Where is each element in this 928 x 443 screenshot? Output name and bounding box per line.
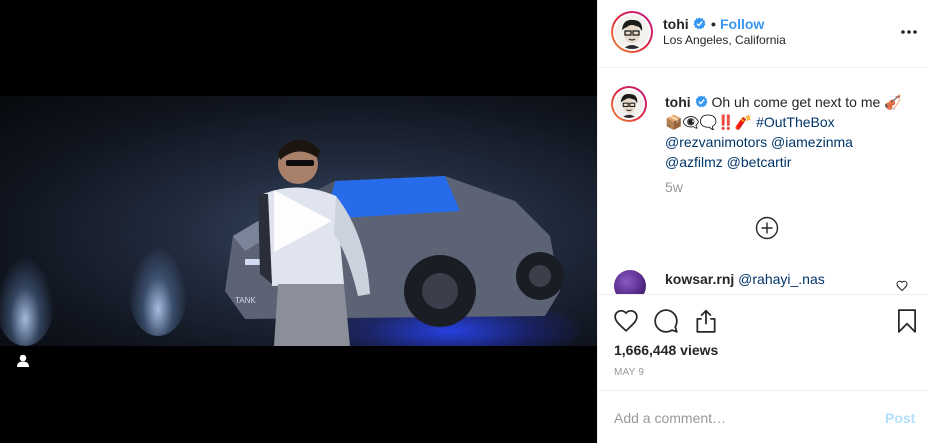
follow-button[interactable]: Follow <box>720 16 764 32</box>
author-avatar[interactable] <box>611 11 653 53</box>
more-options-icon[interactable] <box>900 28 918 36</box>
caption-mention[interactable]: @betcartir <box>727 154 792 170</box>
cartoon-face-icon <box>615 90 643 118</box>
caption-text: tohi Oh uh come get next to me 🎻 📦👁️‍🗨️🗨… <box>665 92 915 172</box>
cartoon-face-icon <box>615 15 649 49</box>
user-icon[interactable] <box>14 352 32 370</box>
verified-badge-icon <box>695 95 708 108</box>
commenter-avatar[interactable] <box>614 270 646 294</box>
play-icon[interactable] <box>266 186 336 256</box>
comment-mention[interactable]: @rahayi_.nas <box>738 271 825 287</box>
caption-mention[interactable]: @iamezinma <box>771 134 853 150</box>
caption-mention[interactable]: @azfilmz <box>665 154 723 170</box>
view-count[interactable]: 1,666,448 views <box>614 342 718 358</box>
header-separator: • <box>711 16 716 32</box>
caption-hashtag[interactable]: #OutTheBox <box>756 114 835 130</box>
author-username-text[interactable]: tohi <box>663 16 689 32</box>
post-sidebar: tohi • Follow Los Angeles, California to… <box>597 0 928 443</box>
post-date[interactable]: MAY 9 <box>614 367 644 378</box>
caption-timestamp[interactable]: 5w <box>665 179 683 195</box>
post-location[interactable]: Los Angeles, California <box>663 33 786 47</box>
post-comment-button[interactable]: Post <box>885 410 915 426</box>
comment-bubble-icon[interactable] <box>653 308 679 334</box>
comment-input[interactable] <box>614 408 874 428</box>
heart-icon[interactable] <box>613 308 639 334</box>
wall-light <box>0 256 55 346</box>
wall-light <box>128 246 188 336</box>
video-pane: TANK <box>0 0 597 443</box>
post-header: tohi • Follow Los Angeles, California <box>598 0 928 68</box>
caption-avatar[interactable] <box>611 86 647 122</box>
bookmark-icon[interactable] <box>894 308 920 334</box>
post-actions: 1,666,448 views MAY 9 <box>598 294 928 390</box>
plus-circle-icon[interactable] <box>755 216 779 240</box>
author-username[interactable]: tohi <box>663 16 706 32</box>
share-icon[interactable] <box>693 308 719 334</box>
verified-badge-icon <box>693 17 706 30</box>
comments-list[interactable]: tohi Oh uh come get next to me 🎻 📦👁️‍🗨️🗨… <box>598 69 928 294</box>
caption-body: Oh uh come get next to me 🎻 <box>711 94 902 110</box>
comment-like-icon[interactable] <box>896 280 908 292</box>
caption-mention[interactable]: @rezvanimotors <box>665 134 767 150</box>
add-comment-bar: Post <box>598 390 928 443</box>
caption-username[interactable]: tohi <box>665 94 691 110</box>
caption-emojis: 📦👁️‍🗨️🗨️‼️🧨 <box>665 114 753 130</box>
comment-username[interactable]: kowsar.rnj <box>665 271 734 287</box>
comment-item: kowsar.rnj @rahayi_.nas <box>665 271 825 287</box>
video-player[interactable]: TANK <box>0 96 597 346</box>
